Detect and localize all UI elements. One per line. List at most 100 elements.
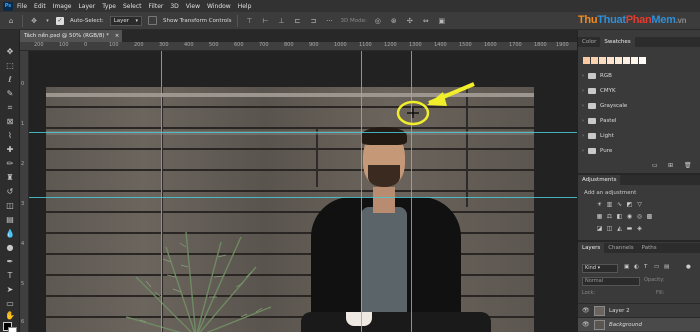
home-icon[interactable]: ⌂ xyxy=(6,17,16,25)
filter-pixel-icon[interactable]: ▣ xyxy=(624,264,629,270)
tab-swatches[interactable]: Swatches xyxy=(600,37,635,47)
crop-tool-icon[interactable]: ⌗ xyxy=(4,102,16,114)
eye-icon[interactable]: 👁 xyxy=(582,321,590,328)
dodge-tool-icon[interactable]: ● xyxy=(4,242,16,254)
canvas-area[interactable] xyxy=(29,51,577,332)
vibrance-icon[interactable]: ▽ xyxy=(636,201,643,208)
menu-type[interactable]: Type xyxy=(102,3,116,10)
swatch-folder-rgb[interactable]: › RGB xyxy=(582,71,612,81)
move-tool-icon[interactable]: ✥ xyxy=(4,46,16,58)
layer-row[interactable]: 👁 Layer 2 xyxy=(578,303,700,317)
align-bottom-icon[interactable]: ⊥ xyxy=(276,17,286,25)
menu-filter[interactable]: Filter xyxy=(149,3,164,10)
swatch-folder-cmyk[interactable]: › CMYK xyxy=(582,86,616,96)
menu-image[interactable]: Image xyxy=(53,3,72,10)
hue-saturation-icon[interactable]: ▦ xyxy=(596,213,603,220)
auto-select-dropdown[interactable]: Layer xyxy=(109,15,143,26)
swatch[interactable] xyxy=(591,57,598,64)
curves-icon[interactable]: ∿ xyxy=(616,201,623,208)
quick-select-tool-icon[interactable]: ✎ xyxy=(4,88,16,100)
swatch-folder-pastel[interactable]: › Pastel xyxy=(582,116,616,126)
gradient-map-icon[interactable]: ▬ xyxy=(626,225,633,232)
align-center-icon[interactable]: ⊐ xyxy=(308,17,318,25)
selective-color-icon[interactable]: ◈ xyxy=(636,225,643,232)
black-white-icon[interactable]: ◧ xyxy=(616,213,623,220)
lasso-tool-icon[interactable]: ℓ xyxy=(4,74,16,86)
rectangle-tool-icon[interactable]: ▭ xyxy=(4,298,16,310)
swatch-folder-grayscale[interactable]: › Grayscale xyxy=(582,101,627,111)
tab-layers[interactable]: Layers xyxy=(578,243,605,253)
brightness-icon[interactable]: ☀ xyxy=(596,201,603,208)
horizontal-ruler[interactable]: 200 100 0 100 200 300 400 500 600 700 80… xyxy=(20,42,577,51)
swatch[interactable] xyxy=(623,57,630,64)
menu-select[interactable]: Select xyxy=(123,3,142,10)
menu-3d[interactable]: 3D xyxy=(170,3,178,10)
gradient-tool-icon[interactable]: ▤ xyxy=(4,214,16,226)
3d-roll-icon[interactable]: ⊛ xyxy=(389,17,399,25)
3d-pan-icon[interactable]: ✣ xyxy=(405,17,415,25)
eraser-tool-icon[interactable]: ◫ xyxy=(4,200,16,212)
color-lookup-icon[interactable]: ▩ xyxy=(646,213,653,220)
filter-adjustment-icon[interactable]: ◐ xyxy=(634,264,639,270)
posterize-icon[interactable]: ◫ xyxy=(606,225,613,232)
brush-tool-icon[interactable]: ✏ xyxy=(4,158,16,170)
swatch[interactable] xyxy=(639,57,646,64)
chevron-down-icon[interactable]: ▾ xyxy=(45,17,50,25)
close-icon[interactable]: × xyxy=(115,33,120,39)
history-brush-tool-icon[interactable]: ↺ xyxy=(4,186,16,198)
swatch-folder-pure[interactable]: › Pure xyxy=(582,146,612,156)
swatch[interactable] xyxy=(607,57,614,64)
layer-row[interactable]: 👁 Background xyxy=(578,317,700,331)
swatch[interactable] xyxy=(583,57,590,64)
filter-shape-icon[interactable]: ▭ xyxy=(654,264,659,270)
exposure-icon[interactable]: ◩ xyxy=(626,201,633,208)
align-top-icon[interactable]: ⊤ xyxy=(244,17,254,25)
menu-view[interactable]: View xyxy=(186,3,200,10)
eye-icon[interactable]: 👁 xyxy=(582,307,590,314)
clone-stamp-tool-icon[interactable]: ♜ xyxy=(4,172,16,184)
new-group-icon[interactable]: ▭ xyxy=(652,162,658,169)
background-color-swatch[interactable] xyxy=(8,327,17,332)
filter-type-icon[interactable]: T xyxy=(644,264,647,270)
trash-icon[interactable]: 🗑 xyxy=(684,162,692,169)
tab-adjustments[interactable]: Adjustments xyxy=(578,175,621,185)
channel-mixer-icon[interactable]: ◎ xyxy=(636,213,643,220)
healing-brush-tool-icon[interactable]: ✚ xyxy=(4,144,16,156)
document-tab[interactable]: Tách nền.psd @ 50% (RGB/8) * × xyxy=(20,30,122,42)
photo-filter-icon[interactable]: ◉ xyxy=(626,213,633,220)
move-tool-icon[interactable]: ✥ xyxy=(29,17,39,25)
blur-tool-icon[interactable]: 💧 xyxy=(4,228,16,240)
tab-channels[interactable]: Channels xyxy=(604,243,637,253)
new-swatch-icon[interactable]: ⊞ xyxy=(668,162,673,169)
frame-tool-icon[interactable]: ⊠ xyxy=(4,116,16,128)
menu-file[interactable]: File xyxy=(17,3,27,10)
align-left-icon[interactable]: ⊏ xyxy=(292,17,302,25)
3d-slide-icon[interactable]: ⇔ xyxy=(421,17,431,25)
pen-tool-icon[interactable]: ✒ xyxy=(4,256,16,268)
photoshop-logo-icon[interactable]: Ps xyxy=(3,1,13,11)
tab-paths[interactable]: Paths xyxy=(638,243,661,253)
menu-help[interactable]: Help xyxy=(238,3,252,10)
menu-layer[interactable]: Layer xyxy=(78,3,95,10)
levels-icon[interactable]: ▥ xyxy=(606,201,613,208)
3d-scale-icon[interactable]: ▣ xyxy=(437,17,447,25)
filter-smart-icon[interactable]: ▤ xyxy=(664,264,669,270)
swatch[interactable] xyxy=(631,57,638,64)
marquee-tool-icon[interactable]: ⬚ xyxy=(4,60,16,72)
3d-rotate-icon[interactable]: ◎ xyxy=(373,17,383,25)
eyedropper-tool-icon[interactable]: ⌇ xyxy=(4,130,16,142)
swatch[interactable] xyxy=(599,57,606,64)
auto-select-checkbox[interactable]: ✓ xyxy=(56,16,64,25)
path-selection-tool-icon[interactable]: ➤ xyxy=(4,284,16,296)
filter-toggle-icon[interactable]: ● xyxy=(686,264,691,270)
more-options-icon[interactable]: ··· xyxy=(324,17,334,25)
tab-color[interactable]: Color xyxy=(578,37,600,47)
layer-kind-filter[interactable]: Kind ▾ xyxy=(582,264,618,273)
menu-window[interactable]: Window xyxy=(207,3,231,10)
blend-mode-dropdown[interactable]: Normal xyxy=(582,277,640,286)
show-transform-checkbox[interactable] xyxy=(148,16,158,25)
swatch-folder-light[interactable]: › Light xyxy=(582,131,614,141)
color-balance-icon[interactable]: ⚖ xyxy=(606,213,613,220)
vertical-ruler[interactable]: 0 1 2 3 4 5 6 xyxy=(20,51,29,332)
type-tool-icon[interactable]: T xyxy=(4,270,16,282)
